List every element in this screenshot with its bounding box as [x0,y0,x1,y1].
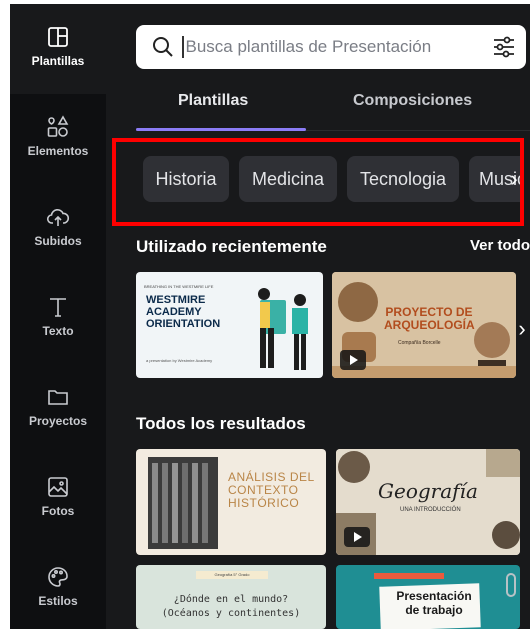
text-caret [182,36,184,58]
play-icon [344,527,370,547]
template-card-presentacion[interactable]: Presentación de trabajo [336,565,520,629]
folder-icon [45,384,71,410]
card-title: PROYECTO DE ARQUEOLOGÍA [384,305,475,332]
tab-plantillas[interactable]: Plantillas [178,92,248,110]
rail-item-plantillas[interactable]: Plantillas [10,4,106,94]
rail-item-fotos[interactable]: Fotos [10,454,106,544]
palette-icon [45,564,71,590]
carousel-next-icon[interactable]: › [514,314,530,344]
recent-title: Utilizado recientemente [136,237,327,256]
see-all-link[interactable]: Ver todo [470,237,530,254]
card-title: Geografía [378,479,478,503]
cloud-upload-icon [45,204,71,230]
rail-label: Fotos [41,504,75,518]
card-title: ANÁLISIS DEL CONTEXTO HISTÓRICO [228,470,315,510]
search-input[interactable]: Busca plantillas de Presentación [186,37,432,57]
template-card-analisis[interactable]: ANÁLISIS DEL CONTEXTO HISTÓRICO [136,449,326,555]
rail-item-estilos[interactable]: Estilos [10,544,106,629]
shapes-icon [45,114,71,140]
text-icon [45,294,71,320]
paperclip-icon [506,573,516,597]
play-icon [340,350,366,370]
chevron-right-icon[interactable]: › [504,156,520,202]
library-photo [148,457,218,549]
rail-item-subidos[interactable]: Subidos [10,184,106,274]
card-kicker: BREATHING IN THE WESTMIRE LIFE [144,284,214,289]
template-card-donde[interactable]: Geografía 5° Grado ¿Dónde en el mundo? (… [136,565,326,629]
chip-historia[interactable]: Historia [143,156,229,202]
rail-item-texto[interactable]: Texto [10,274,106,364]
template-icon [45,24,71,50]
rail-label: Estilos [38,594,78,608]
side-rail: Plantillas Elementos Subidos Texto Proye… [10,4,106,629]
image-icon [45,474,71,500]
rail-item-proyectos[interactable]: Proyectos [10,364,106,454]
chip-tecnologia[interactable]: Tecnologia [347,156,459,202]
card-kicker: Geografía 5° Grado [196,571,268,579]
card-title: ¿Dónde en el mundo? (Océanos y continent… [161,594,301,619]
app-frame: Plantillas Elementos Subidos Texto Proye… [10,4,530,629]
rail-item-elementos[interactable]: Elementos [10,94,106,184]
template-card-westmire[interactable]: BREATHING IN THE WESTMIRE LIFE WESTMIRE … [136,272,323,378]
card-subtitle: UNA INTRODUCCIÓN [400,507,461,513]
people-illustration [258,288,308,370]
filter-sliders-icon[interactable] [492,36,516,58]
category-chips-highlight: Historia Medicina Tecnologia Music › [112,138,524,226]
results-title: Todos los resultados [136,414,306,433]
template-card-arqueologia[interactable]: PROYECTO DE ARQUEOLOGÍA Compañía Borcell… [332,272,516,378]
rail-label: Proyectos [28,414,88,428]
card-title: WESTMIRE ACADEMY ORIENTATION [146,294,221,330]
card-title: Presentación de trabajo [396,589,472,617]
active-tab-indicator [136,128,306,131]
rail-label: Elementos [27,144,89,158]
search-box[interactable]: Busca plantillas de Presentación [136,25,526,69]
template-card-geografia[interactable]: Geografía UNA INTRODUCCIÓN [336,449,520,555]
rail-label: Subidos [34,234,82,248]
rail-label: Plantillas [31,54,85,68]
card-footer: Compañía Borcelle [398,340,441,346]
templates-panel: Busca plantillas de Presentación Plantil… [106,4,530,629]
search-icon [153,37,173,57]
tab-composiciones[interactable]: Composiciones [353,92,472,110]
card-footer: a presentation by Westmire Academy [146,358,213,363]
chip-medicina[interactable]: Medicina [239,156,337,202]
rail-label: Texto [42,324,74,338]
decorative-strip [374,573,444,579]
